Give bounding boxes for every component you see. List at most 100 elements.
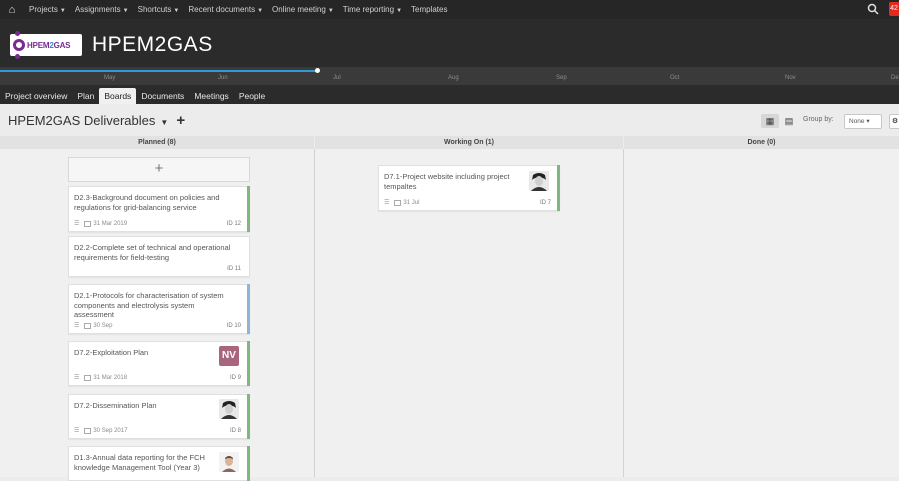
card-title-line: tempaltes (384, 181, 417, 191)
card-title-line: knowledge Management Tool (Year 3) (74, 462, 200, 472)
tab-documents[interactable]: Documents (136, 88, 189, 104)
menu-time-reporting[interactable]: Time reporting ▼ (343, 5, 402, 14)
timeline-month: De (891, 75, 899, 81)
tab-people[interactable]: People (234, 88, 270, 104)
assignee-avatar[interactable] (219, 399, 239, 419)
card-title-line: D2.2-Complete set of technical and opera… (74, 243, 231, 252)
menu-projects[interactable]: Projects ▼ (29, 5, 66, 14)
card-id: ID 12 (226, 221, 241, 227)
card-id: ID 7 (539, 200, 551, 206)
menu-label: Projects (29, 5, 58, 14)
settings-icon[interactable]: ⚙ (889, 114, 899, 129)
calendar-icon (84, 322, 92, 329)
timeline-progress (0, 70, 318, 72)
person-photo-icon (529, 171, 549, 191)
logo-ring (13, 39, 25, 51)
caret-down-icon: ▼ (59, 8, 66, 14)
search-icon[interactable] (867, 3, 879, 15)
card-status-stripe (247, 341, 250, 386)
card-meta: ☰ 30 Sep 2017 (74, 427, 127, 434)
card-status-stripe (247, 284, 250, 334)
timeline-month: Sep (556, 75, 567, 81)
menu-assignments[interactable]: Assignments ▼ (75, 5, 129, 14)
column-header-planned: Planned (8) (0, 136, 314, 149)
card-due-date: 30 Sep (93, 322, 113, 329)
timeline-month: Jul (333, 75, 341, 81)
card-title-line: requirements for field-testing (74, 252, 170, 262)
caret-down-icon: ▼ (257, 8, 264, 14)
timeline-month: May (104, 75, 116, 81)
board-toolbar: HPEM2GAS Deliverables ▼ + ▦ ▤ Group by: No… (0, 104, 899, 136)
board-title[interactable]: HPEM2GAS Deliverables ▼ + (8, 112, 185, 129)
board-card[interactable]: D1.3-Annual data reporting for the FCH k… (68, 446, 250, 481)
subtasks-icon: ☰ (384, 200, 390, 206)
board-card[interactable]: D2.2-Complete set of technical and opera… (68, 236, 250, 277)
card-id: ID 11 (227, 266, 241, 272)
column-header-working-on: Working On (1) (315, 136, 623, 149)
tab-plan[interactable]: Plan (72, 88, 99, 104)
subtasks-icon: ☰ (74, 375, 80, 381)
tab-meetings[interactable]: Meetings (189, 88, 234, 104)
board-card[interactable]: D7.2-Exploitation Plan NV ☰ 31 Mar 2018 … (68, 341, 250, 386)
chart-view-icon[interactable]: ▤ (780, 114, 798, 128)
timeline-month: Aug (448, 75, 459, 81)
card-meta: ☰ 31 Jul (384, 199, 419, 206)
card-title: D2.3-Background document on policies and… (74, 193, 220, 212)
card-id: ID 9 (229, 375, 241, 381)
group-by-select[interactable]: None ▾ (844, 114, 882, 129)
calendar-icon (84, 220, 92, 227)
board-card[interactable]: D7.1-Project website including project t… (378, 165, 560, 211)
card-title: D7.2-Dissemination Plan (74, 401, 157, 411)
home-icon[interactable]: ⌂ (4, 4, 20, 16)
assignee-avatar[interactable]: NV (219, 346, 239, 366)
board-card[interactable]: D7.2-Dissemination Plan ☰ 30 Sep 2017 ID… (68, 394, 250, 439)
menu-label: Assignments (74, 5, 121, 14)
board-title-text: HPEM2GAS Deliverables (8, 113, 156, 128)
card-title-line: assessment (74, 310, 115, 319)
card-due-date: 31 Mar 2018 (93, 374, 128, 381)
card-status-stripe (247, 446, 250, 481)
column-header-done: Done (0) (624, 136, 899, 149)
card-title: D7.1-Project website including project t… (384, 172, 509, 191)
add-board-icon[interactable]: + (176, 112, 185, 129)
add-card-button[interactable]: + (68, 157, 250, 182)
card-title-line: D2.1-Protocols for characterisation of s… (74, 291, 224, 300)
card-id: ID 10 (226, 323, 241, 329)
caret-down-icon: ▾ (866, 118, 870, 125)
card-id: ID 8 (229, 428, 241, 434)
card-due-date: 31 Mar 2019 (93, 220, 128, 227)
board-view-icon[interactable]: ▦ (761, 114, 779, 128)
tab-boards[interactable]: Boards (99, 88, 137, 104)
card-title: D1.3-Annual data reporting for the FCH k… (74, 453, 205, 472)
project-header: HPEM2GAS HPEM2GAS (0, 19, 899, 67)
notification-badge[interactable]: 42 (889, 2, 899, 16)
calendar-icon (84, 427, 92, 434)
menu-online-meeting[interactable]: Online meeting ▼ (272, 5, 334, 14)
assignee-avatar[interactable] (219, 452, 239, 472)
card-title: D2.1-Protocols for characterisation of s… (74, 291, 224, 320)
card-title-line: components and electrolysis system (74, 300, 195, 310)
menu-templates[interactable]: Templates (411, 5, 447, 14)
timeline-month: Nov (785, 75, 796, 81)
card-due-date: 31 Jul (403, 199, 420, 206)
card-title-line: D1.3-Annual data reporting for the FCH (74, 453, 205, 462)
card-meta: ☰ 31 Mar 2019 (74, 220, 127, 227)
logo-dot (15, 54, 20, 59)
board-card[interactable]: D2.1-Protocols for characterisation of s… (68, 284, 250, 334)
tab-project-overview[interactable]: Project overview (0, 88, 72, 104)
card-status-stripe (247, 186, 250, 232)
card-due-date: 30 Sep 2017 (93, 427, 128, 434)
caret-down-icon: ▼ (327, 8, 334, 14)
board-card[interactable]: D2.3-Background document on policies and… (68, 186, 250, 232)
project-tabs: Project overview Plan Boards Documents M… (0, 85, 899, 104)
caret-down-icon[interactable]: ▼ (160, 118, 168, 127)
logo-dot (15, 31, 20, 36)
menu-shortcuts[interactable]: Shortcuts ▼ (138, 5, 180, 14)
project-timeline[interactable]: May Jun Jul Aug Sep Oct Nov De (0, 67, 899, 85)
menu-recent-documents[interactable]: Recent documents ▼ (188, 5, 263, 14)
card-title-line: D7.1-Project website including project (384, 172, 510, 181)
top-menu-bar: ⌂ Projects ▼ Assignments ▼ Shortcuts ▼ Rece… (0, 0, 899, 19)
menu-label: Recent documents (188, 5, 256, 14)
assignee-avatar[interactable] (529, 171, 549, 191)
card-title: D2.2-Complete set of technical and opera… (74, 243, 230, 262)
